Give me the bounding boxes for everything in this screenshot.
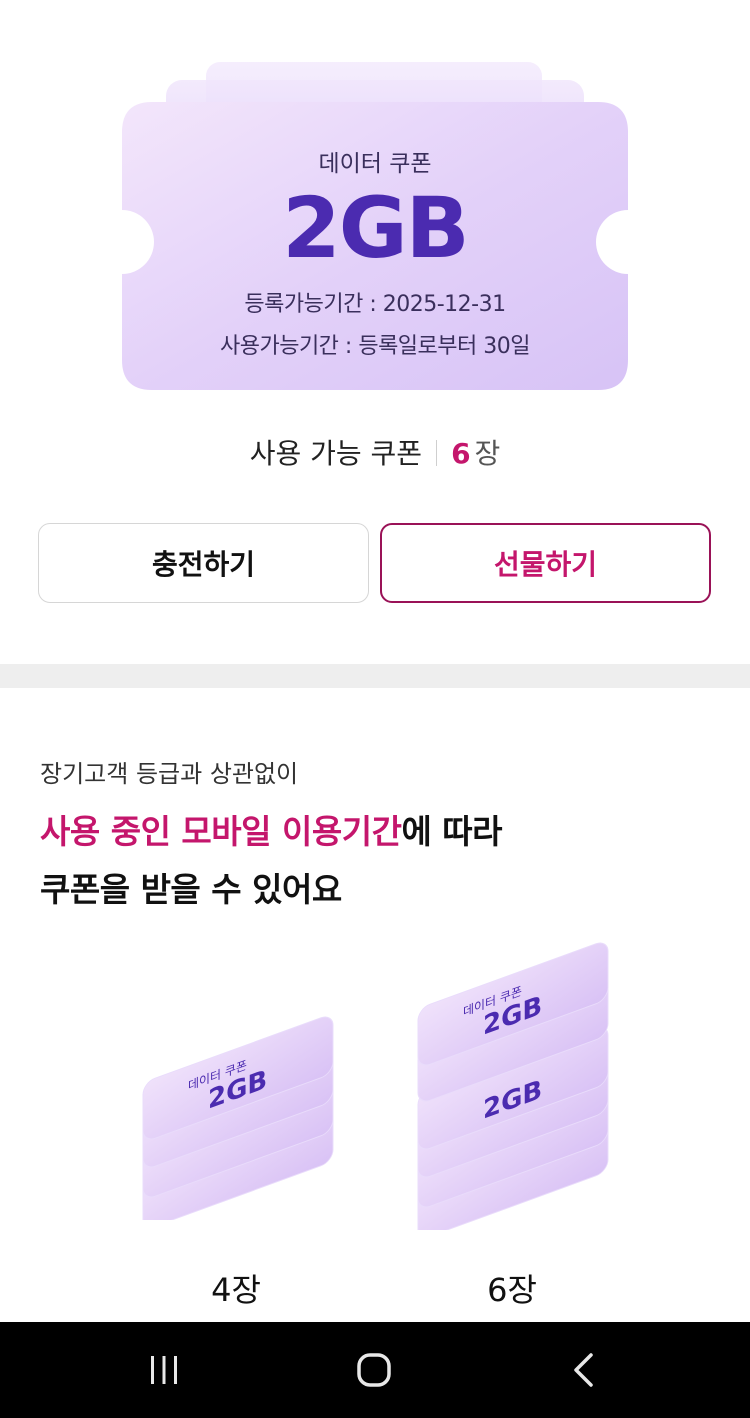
charge-button[interactable]: 충전하기 (38, 523, 369, 603)
info-title: 사용 중인 모바일 이용기간에 따라 쿠폰을 받을 수 있어요 (40, 803, 503, 919)
available-coupon-count: 사용 가능 쿠폰 6 장 (0, 432, 750, 472)
count-separator (436, 440, 438, 466)
stack-4-label: 4장 (211, 1271, 261, 1309)
home-button[interactable] (334, 1340, 414, 1400)
info-title-highlight: 사용 중인 모바일 이용기간 (40, 812, 402, 851)
coupon-use-period: 사용가능기간 : 등록일로부터 30일 (219, 334, 531, 359)
recent-apps-button[interactable] (124, 1340, 204, 1400)
coupon-register-period: 등록가능기간 : 2025-12-31 (244, 292, 506, 317)
system-navigation-bar (0, 1322, 750, 1418)
coupon-stack-6: 2GB 데이터 쿠폰 2GB (417, 942, 609, 1230)
gift-button[interactable]: 선물하기 (380, 523, 711, 603)
available-coupon-number: 6 (451, 437, 471, 470)
back-icon (574, 1353, 593, 1387)
page: 데이터 쿠폰 2GB 등록가능기간 : 2025-12-31 사용가능기간 : … (0, 0, 750, 1418)
coupon-amount: 2GB (282, 179, 469, 277)
available-coupon-unit: 장 (474, 437, 501, 470)
info-subtitle: 장기고객 등급과 상관없이 (40, 760, 299, 788)
stack-6-label: 6장 (487, 1271, 537, 1309)
section-divider (0, 664, 750, 688)
coupon-stack-4: 데이터 쿠폰 2GB (142, 1016, 334, 1220)
available-coupon-label: 사용 가능 쿠폰 (249, 437, 423, 470)
info-title-rest: 에 따라 (401, 812, 503, 851)
back-button[interactable] (544, 1340, 624, 1400)
coupon-label: 데이터 쿠폰 (318, 151, 432, 177)
info-title-line2: 쿠폰을 받을 수 있어요 (40, 870, 342, 909)
hero-coupon: 데이터 쿠폰 2GB 등록가능기간 : 2025-12-31 사용가능기간 : … (0, 0, 750, 400)
home-icon (357, 1353, 391, 1387)
recent-apps-icon (151, 1356, 177, 1384)
